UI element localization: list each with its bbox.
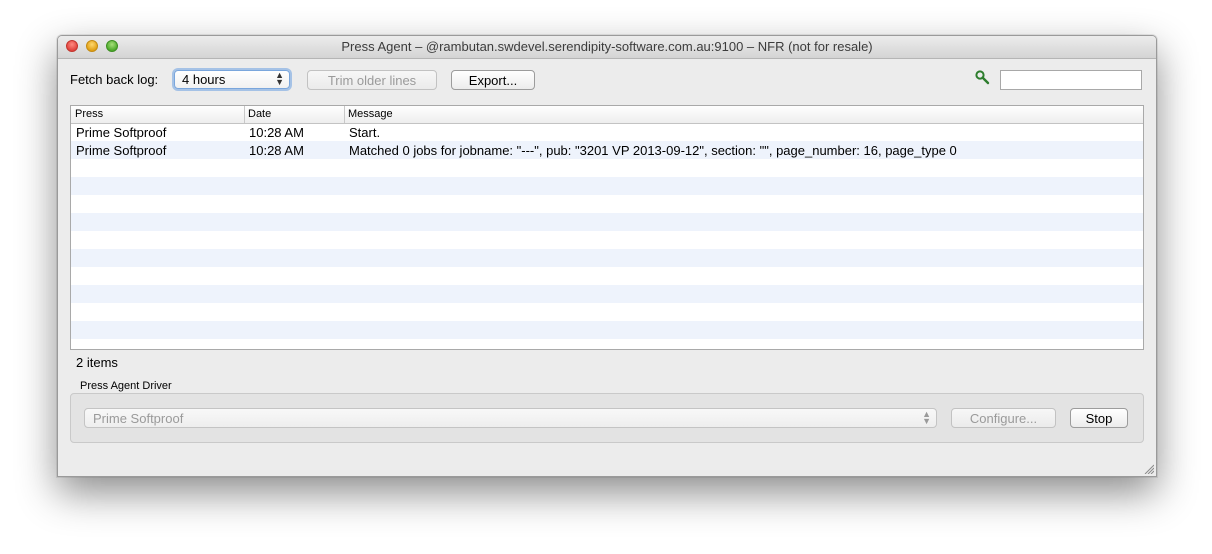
message-cell: Matched 0 jobs for jobname: "---", pub: …	[349, 143, 957, 158]
press-agent-window: Press Agent – @rambutan.swdevel.serendip…	[57, 35, 1157, 477]
column-header-press[interactable]: Press	[75, 108, 103, 120]
empty-row	[71, 213, 1143, 231]
driver-select[interactable]: Prime Softproof ▲ ▼	[84, 408, 937, 428]
updown-arrows-icon: ▲ ▼	[275, 70, 284, 87]
empty-row	[71, 177, 1143, 195]
table-row[interactable]: Prime Softproof 10:28 AM Start.	[71, 123, 1143, 141]
column-divider[interactable]	[344, 106, 345, 123]
window-title: Press Agent – @rambutan.swdevel.serendip…	[341, 39, 873, 54]
item-count: 2 items	[76, 355, 118, 370]
empty-row	[71, 267, 1143, 285]
search-input[interactable]	[1000, 70, 1142, 90]
driver-select-value: Prime Softproof	[93, 411, 184, 426]
driver-group-box: Prime Softproof ▲ ▼ Configure... Stop	[70, 393, 1144, 443]
column-header-date[interactable]: Date	[248, 108, 271, 120]
column-header-message[interactable]: Message	[348, 108, 393, 120]
empty-row	[71, 303, 1143, 321]
resize-grip-icon[interactable]	[1144, 464, 1154, 474]
empty-row	[71, 159, 1143, 177]
column-divider[interactable]	[244, 106, 245, 123]
search-icon	[975, 70, 990, 85]
log-table[interactable]: Press Date Message Prime Softproof 10:28…	[70, 105, 1144, 350]
date-cell: 10:28 AM	[249, 125, 304, 140]
stop-button[interactable]: Stop	[1070, 408, 1128, 428]
title-bar[interactable]: Press Agent – @rambutan.swdevel.serendip…	[58, 36, 1156, 59]
fetch-back-log-select[interactable]: 4 hours ▲ ▼	[174, 70, 290, 89]
empty-row	[71, 339, 1143, 349]
export-button[interactable]: Export...	[451, 70, 535, 90]
driver-group-label: Press Agent Driver	[80, 380, 172, 392]
trim-older-lines-button[interactable]: Trim older lines	[307, 70, 437, 90]
table-row[interactable]: Prime Softproof 10:28 AM Matched 0 jobs …	[71, 141, 1143, 159]
empty-row	[71, 231, 1143, 249]
empty-row	[71, 249, 1143, 267]
empty-row	[71, 321, 1143, 339]
empty-row	[71, 195, 1143, 213]
updown-arrows-icon: ▲ ▼	[922, 409, 931, 426]
press-cell: Prime Softproof	[76, 125, 167, 140]
table-header: Press Date Message	[71, 106, 1143, 124]
message-cell: Start.	[349, 125, 381, 140]
fetch-back-log-label: Fetch back log:	[70, 72, 159, 87]
date-cell: 10:28 AM	[249, 143, 304, 158]
press-cell: Prime Softproof	[76, 143, 167, 158]
configure-button[interactable]: Configure...	[951, 408, 1056, 428]
empty-row	[71, 285, 1143, 303]
fetch-back-log-value: 4 hours	[182, 72, 226, 87]
